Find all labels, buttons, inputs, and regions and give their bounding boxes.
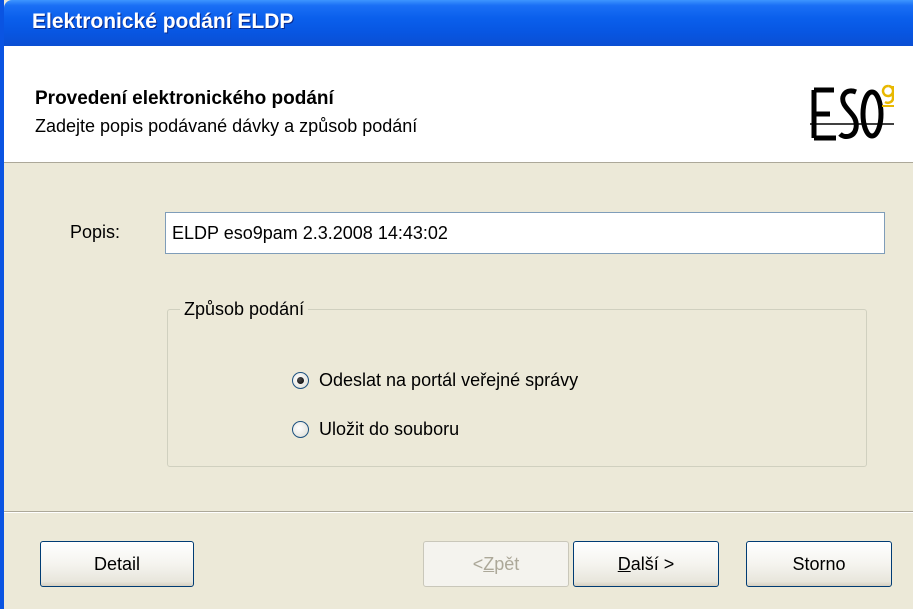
wizard-header: Provedení elektronického podání Zadejte … [4,46,913,163]
next-button[interactable]: Další > [573,541,719,587]
radio-checked-icon[interactable] [292,372,309,389]
detail-button[interactable]: Detail [40,541,194,587]
title-bar[interactable]: Elektronické podání ELDP [4,0,913,46]
wizard-dialog: Elektronické podání ELDP Provedení elekt… [0,0,913,609]
back-rest: pět [494,553,520,574]
footer-separator [4,511,913,513]
eso9-logo [810,84,894,141]
cancel-button[interactable]: Storno [746,541,892,587]
popis-label: Popis: [70,222,121,242]
back-accel: Z [483,553,495,574]
header-title: Provedení elektronického podání [35,88,334,109]
next-rest: alší > [630,553,675,574]
radio-unchecked-icon[interactable] [292,421,309,438]
back-prefix: < [472,553,484,574]
back-button[interactable]: < Zpět [423,541,569,587]
radio-ulozit-label[interactable]: Uložit do souboru [319,419,459,440]
window-title: Elektronické podání ELDP [32,10,294,33]
group-legend: Způsob podání [180,299,309,320]
header-subtitle: Zadejte popis podávané dávky a způsob po… [35,116,418,136]
next-accel: D [617,553,631,574]
popis-input[interactable]: ELDP eso9pam 2.3.2008 14:43:02 [165,212,885,254]
radio-odeslat[interactable]: Odeslat na portál veřejné správy [292,370,578,391]
radio-ulozit[interactable]: Uložit do souboru [292,419,459,440]
radio-odeslat-label[interactable]: Odeslat na portál veřejné správy [319,370,578,391]
